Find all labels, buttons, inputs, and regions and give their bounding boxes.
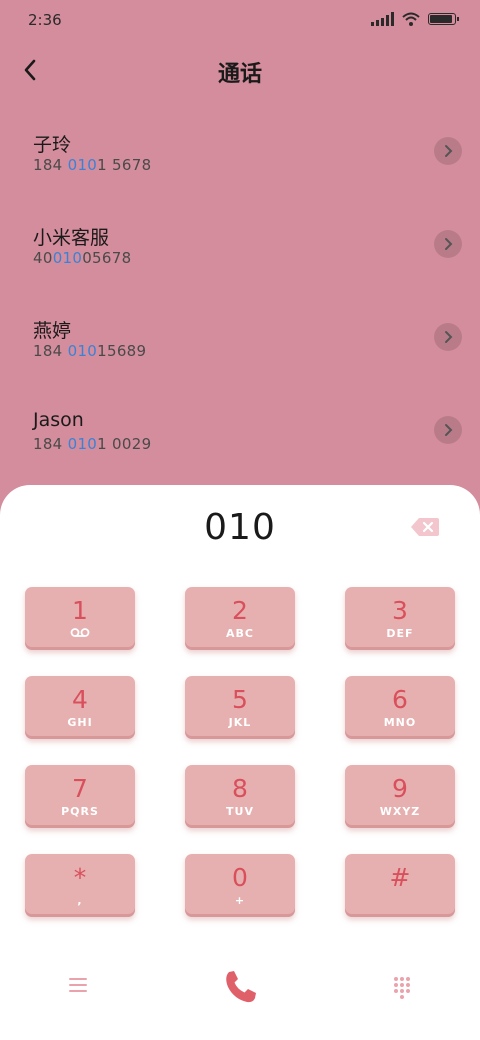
dialpad-toggle-button[interactable]: [390, 975, 414, 999]
bottom-bar: [0, 955, 480, 1015]
contact-detail-button[interactable]: [434, 323, 462, 351]
contact-number: 184 0101 5678: [33, 156, 152, 174]
key-8[interactable]: 8 TUV: [185, 765, 295, 828]
contact-number: 184 0101 0029: [33, 435, 152, 453]
key-4[interactable]: 4 GHI: [25, 676, 135, 739]
key-1[interactable]: 1: [25, 587, 135, 650]
contact-list: 子玲 184 0101 5678 小米客服 4001005678 燕婷 184 …: [0, 112, 480, 484]
contact-detail-button[interactable]: [434, 416, 462, 444]
header: 通话: [0, 50, 480, 90]
key-9[interactable]: 9 WXYZ: [345, 765, 455, 828]
match-highlight: 010: [67, 156, 98, 174]
dialpad-icon: [394, 977, 410, 999]
key-star[interactable]: * ,: [25, 854, 135, 917]
match-highlight: 010: [67, 435, 98, 453]
phone-icon: [226, 971, 256, 1003]
match-highlight: 010: [52, 249, 83, 267]
battery-icon: [428, 13, 459, 25]
voicemail-icon: [70, 628, 90, 637]
chevron-right-icon: [445, 424, 453, 436]
signal-icon: [371, 12, 394, 26]
key-3[interactable]: 3 DEF: [345, 587, 455, 650]
call-button[interactable]: [220, 967, 260, 1007]
list-item[interactable]: 子玲 184 0101 5678: [0, 112, 480, 205]
contact-detail-button[interactable]: [434, 137, 462, 165]
delete-button[interactable]: [410, 517, 440, 537]
status-bar: 2:36: [0, 0, 480, 40]
wifi-icon: [402, 12, 420, 26]
contact-number: 184 01015689: [33, 342, 147, 360]
status-time: 2:36: [28, 11, 62, 29]
dial-display[interactable]: 010: [0, 507, 480, 548]
match-highlight: 010: [67, 342, 98, 360]
menu-icon: [69, 978, 87, 992]
key-2[interactable]: 2 ABC: [185, 587, 295, 650]
chevron-right-icon: [445, 331, 453, 343]
backspace-icon: [411, 518, 439, 536]
key-5[interactable]: 5 JKL: [185, 676, 295, 739]
menu-button[interactable]: [66, 975, 90, 995]
key-hash[interactable]: #: [345, 854, 455, 917]
key-0[interactable]: 0 +: [185, 854, 295, 917]
chevron-right-icon: [445, 145, 453, 157]
contact-detail-button[interactable]: [434, 230, 462, 258]
contact-name: 小米客服: [33, 227, 110, 249]
contact-name: 子玲: [33, 134, 72, 156]
key-7[interactable]: 7 PQRS: [25, 765, 135, 828]
key-6[interactable]: 6 MNO: [345, 676, 455, 739]
contact-name: 燕婷: [33, 320, 72, 342]
list-item[interactable]: 小米客服 4001005678: [0, 205, 480, 298]
list-item[interactable]: 燕婷 184 01015689: [0, 298, 480, 391]
chevron-right-icon: [445, 238, 453, 250]
contact-number: 4001005678: [33, 249, 132, 267]
list-item[interactable]: Jason 184 0101 0029: [0, 391, 480, 484]
status-icons: [371, 12, 459, 26]
page-title: 通话: [217, 62, 262, 87]
contact-name: Jason: [33, 409, 84, 431]
